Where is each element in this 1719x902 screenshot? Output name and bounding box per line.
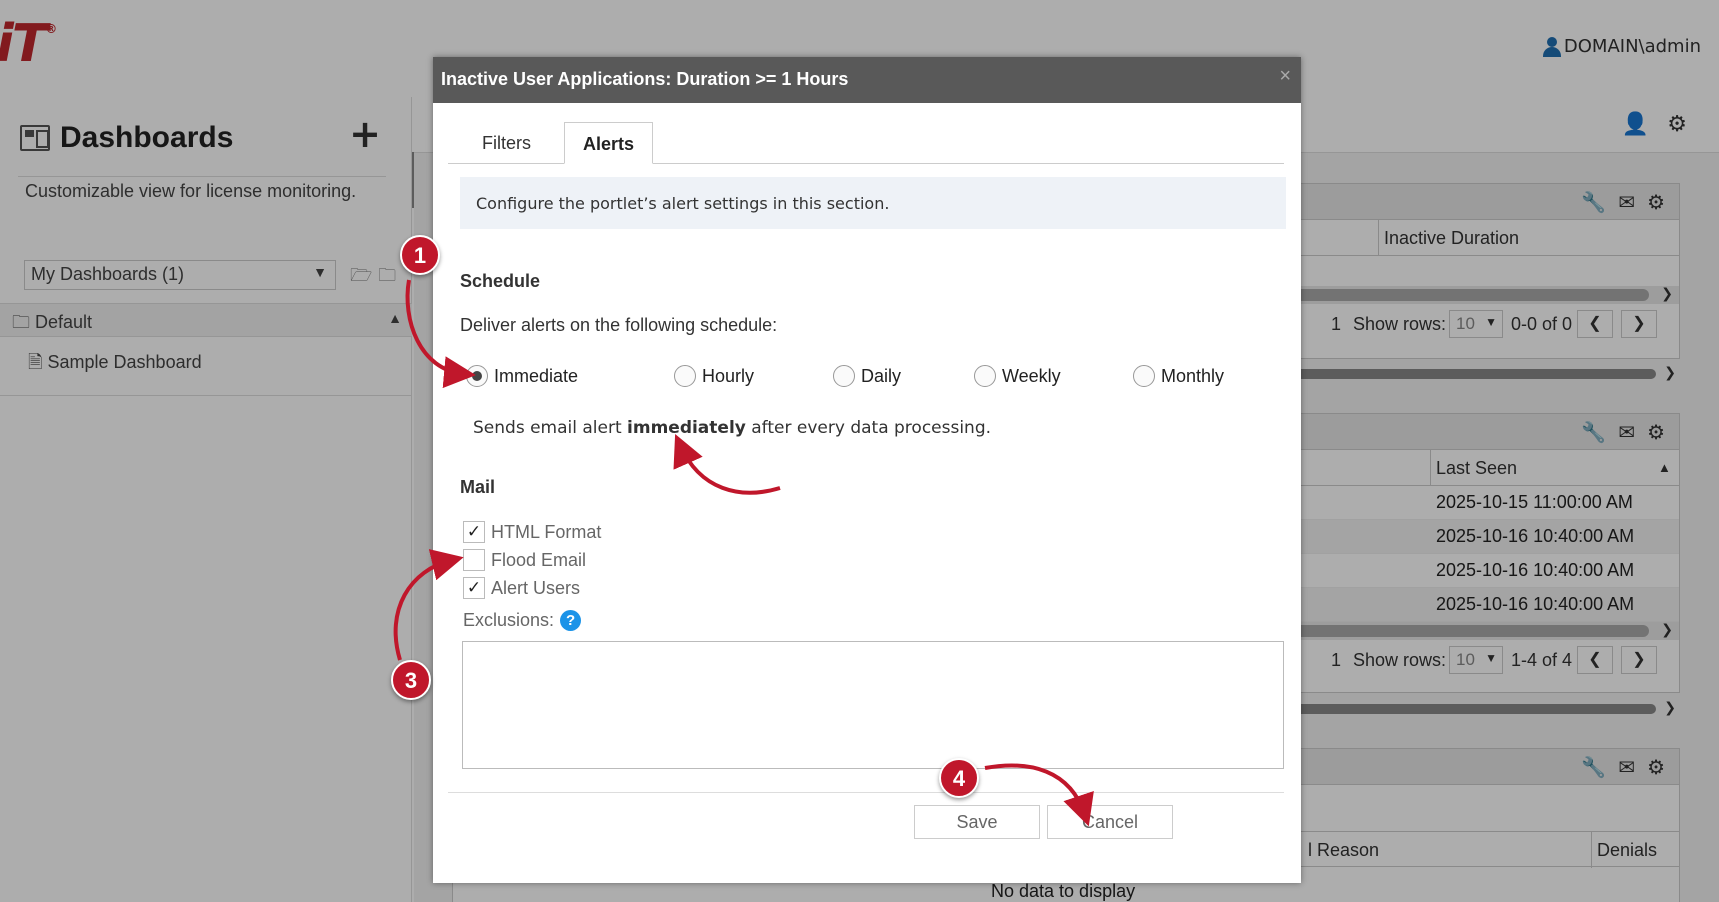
- schedule-radio-group: Immediate Hourly Daily Weekly Monthly: [466, 365, 1266, 393]
- radio-label: Hourly: [702, 365, 755, 386]
- radio-monthly[interactable]: Monthly: [1133, 365, 1224, 387]
- radio-hourly[interactable]: Hourly: [674, 365, 754, 387]
- schedule-note: Sends email alert immediately after ever…: [473, 418, 992, 438]
- tab-alerts[interactable]: Alerts: [564, 122, 654, 164]
- checkbox-flood-email[interactable]: Flood Email: [463, 549, 586, 571]
- radio-label: Monthly: [1161, 365, 1225, 386]
- radio-label: Weekly: [1002, 365, 1061, 386]
- cancel-button[interactable]: Cancel: [1047, 805, 1173, 839]
- step-badge-1: 1: [400, 235, 440, 275]
- alert-settings-dialog: Inactive User Applications: Duration >= …: [433, 57, 1301, 883]
- close-icon[interactable]: ×: [1279, 65, 1291, 88]
- exclusions-textarea[interactable]: [462, 641, 1284, 769]
- checkbox-alert-users[interactable]: ✓ Alert Users: [463, 577, 580, 599]
- radio-daily[interactable]: Daily: [833, 365, 901, 387]
- radio-circle[interactable]: [1133, 365, 1155, 387]
- radio-circle[interactable]: [466, 365, 488, 387]
- mail-heading: Mail: [460, 477, 496, 497]
- dialog-title: Inactive User Applications: Duration >= …: [441, 69, 849, 89]
- step-badge-4: 4: [939, 758, 979, 798]
- checkbox-box[interactable]: ✓: [463, 577, 485, 599]
- schedule-heading: Schedule: [460, 271, 541, 291]
- checkbox-box[interactable]: ✓: [463, 521, 485, 543]
- radio-weekly[interactable]: Weekly: [974, 365, 1061, 387]
- checkbox-box[interactable]: [463, 549, 485, 571]
- tab-filters[interactable]: Filters: [464, 122, 549, 164]
- radio-circle[interactable]: [674, 365, 696, 387]
- radio-circle[interactable]: [974, 365, 996, 387]
- dialog-title-bar: Inactive User Applications: Duration >= …: [433, 57, 1301, 103]
- save-button[interactable]: Save: [914, 805, 1040, 839]
- info-banner: Configure the portlet’s alert settings i…: [460, 177, 1286, 229]
- dialog-tabs: Filters Alerts: [448, 122, 1284, 164]
- exclusions-label: Exclusions: ?: [463, 610, 582, 631]
- radio-immediate[interactable]: Immediate: [466, 365, 578, 387]
- step-badge-3: 3: [391, 660, 431, 700]
- radio-label: Daily: [861, 365, 902, 386]
- footer-divider: [448, 792, 1284, 793]
- help-icon[interactable]: ?: [560, 610, 582, 631]
- radio-label: Immediate: [494, 365, 579, 386]
- exclusions-text: Exclusions:: [463, 610, 555, 630]
- checkbox-label: Flood Email: [491, 549, 587, 570]
- radio-circle[interactable]: [833, 365, 855, 387]
- schedule-prompt: Deliver alerts on the following schedule…: [460, 315, 778, 335]
- checkbox-label: Alert Users: [491, 577, 581, 598]
- checkbox-html-format[interactable]: ✓ HTML Format: [463, 521, 601, 543]
- checkbox-label: HTML Format: [491, 521, 602, 542]
